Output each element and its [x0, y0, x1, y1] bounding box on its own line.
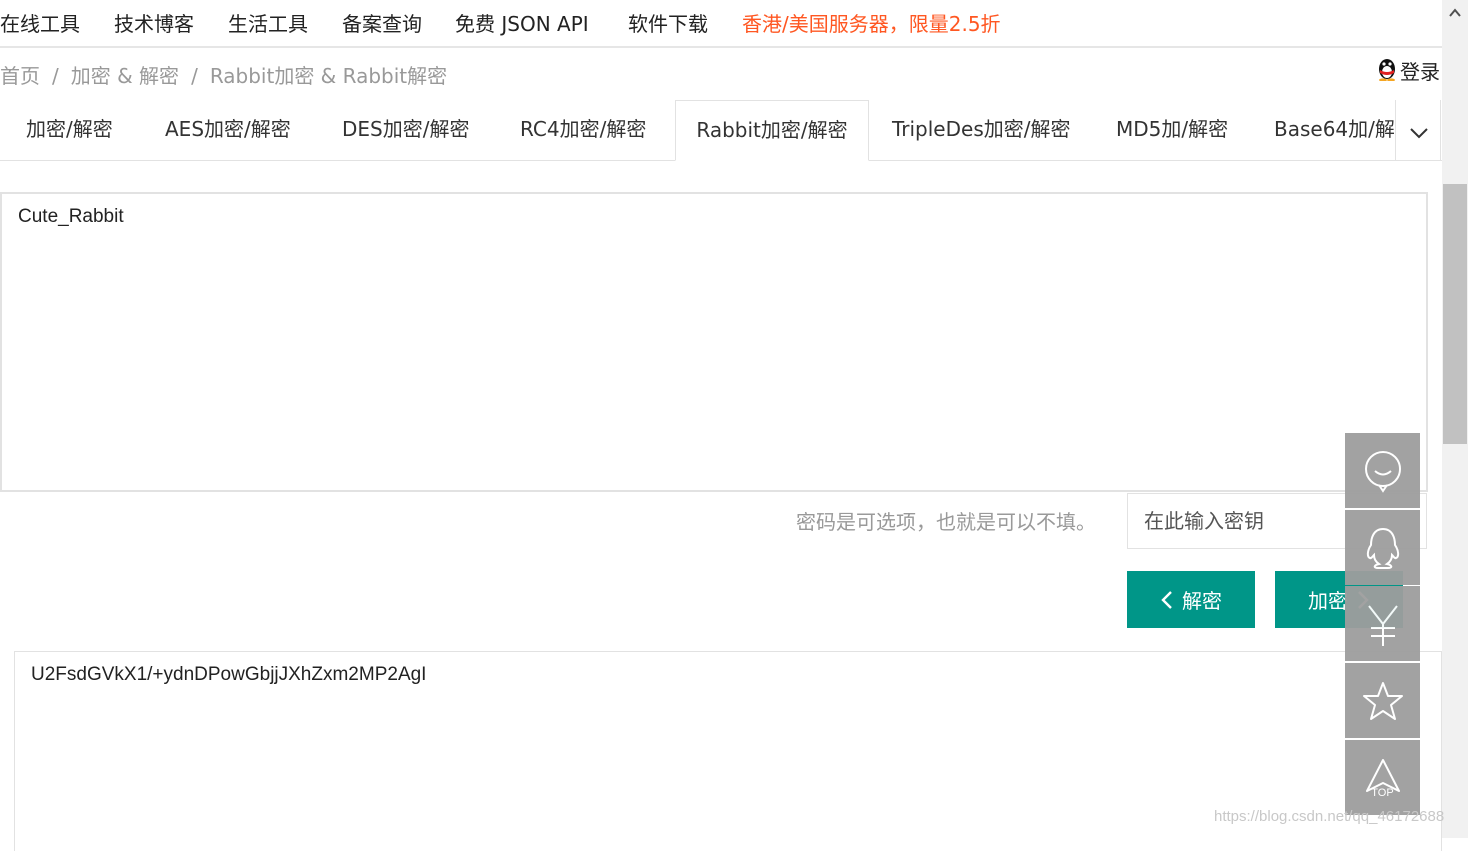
login-link[interactable]: 登录: [1376, 55, 1440, 86]
nav-life-tools[interactable]: 生活工具: [228, 8, 308, 37]
breadcrumb: 首页 / 加密 & 解密 / Rabbit加密 & Rabbit解密: [0, 60, 447, 89]
donate-button[interactable]: [1345, 586, 1420, 661]
nav-software-download[interactable]: 软件下载: [628, 8, 708, 37]
scrollbar-thumb[interactable]: [1443, 184, 1467, 444]
tab-tripledes[interactable]: TripleDes加密/解密: [892, 100, 1070, 160]
encrypt-button-label: 加密: [1308, 589, 1348, 613]
tab-des[interactable]: DES加密/解密: [342, 100, 469, 160]
plaintext-input[interactable]: [0, 192, 1428, 492]
algorithm-tabs: 加密/解密 AES加密/解密 DES加密/解密 RC4加密/解密 Rabbit加…: [0, 100, 1442, 161]
login-label: 登录: [1400, 60, 1440, 84]
tab-generic-crypto[interactable]: 加密/解密: [26, 100, 113, 160]
nav-icp-lookup[interactable]: 备案查询: [342, 8, 422, 37]
qq-contact-button[interactable]: [1345, 510, 1420, 585]
tab-base64[interactable]: Base64加/解: [1274, 100, 1394, 160]
key-hint: 密码是可选项，也就是可以不填。: [796, 510, 1096, 534]
top-nav: 在线工具 技术博客 生活工具 备案查询 免费 JSON API 软件下载 香港/…: [0, 0, 1442, 48]
breadcrumb-category[interactable]: 加密 & 解密: [71, 64, 179, 88]
decrypt-button[interactable]: 解密: [1127, 571, 1255, 628]
tab-base64-label: Base64加/解: [1274, 117, 1394, 141]
nav-json-api[interactable]: 免费 JSON API: [455, 8, 589, 37]
top-label: TOP: [1371, 786, 1394, 799]
breadcrumb-current: Rabbit加密 & Rabbit解密: [209, 64, 448, 88]
decrypt-button-label: 解密: [1182, 589, 1222, 613]
favorite-button[interactable]: [1345, 663, 1420, 738]
qq-penguin-icon: [1376, 55, 1398, 86]
breadcrumb-home[interactable]: 首页: [0, 64, 40, 88]
tab-md5[interactable]: MD5加/解密: [1116, 100, 1228, 160]
qq-icon: [1366, 527, 1399, 569]
tab-rabbit[interactable]: Rabbit加密/解密: [675, 100, 869, 161]
scroll-up-arrow-icon[interactable]: [1448, 6, 1462, 20]
star-icon: [1362, 681, 1403, 720]
back-to-top-button[interactable]: TOP: [1345, 740, 1420, 815]
tab-rc4[interactable]: RC4加密/解密: [520, 100, 646, 160]
nav-tech-blog[interactable]: 技术博客: [114, 8, 194, 37]
tab-aes[interactable]: AES加密/解密: [165, 100, 291, 160]
breadcrumb-separator: /: [191, 64, 198, 88]
tabs-more-button[interactable]: [1395, 100, 1441, 160]
nav-online-tools[interactable]: 在线工具: [0, 8, 80, 37]
watermark: https://blog.csdn.net/qq_46172688: [1214, 808, 1445, 825]
yuan-icon: [1367, 604, 1398, 646]
chevron-down-icon: [1410, 128, 1428, 139]
nav-server-promo[interactable]: 香港/美国服务器，限量2.5折: [742, 8, 1001, 37]
feedback-button[interactable]: [1345, 433, 1420, 508]
chevron-left-icon: [1161, 590, 1172, 609]
breadcrumb-separator: /: [52, 64, 59, 88]
chat-bubble-icon: [1364, 450, 1401, 493]
